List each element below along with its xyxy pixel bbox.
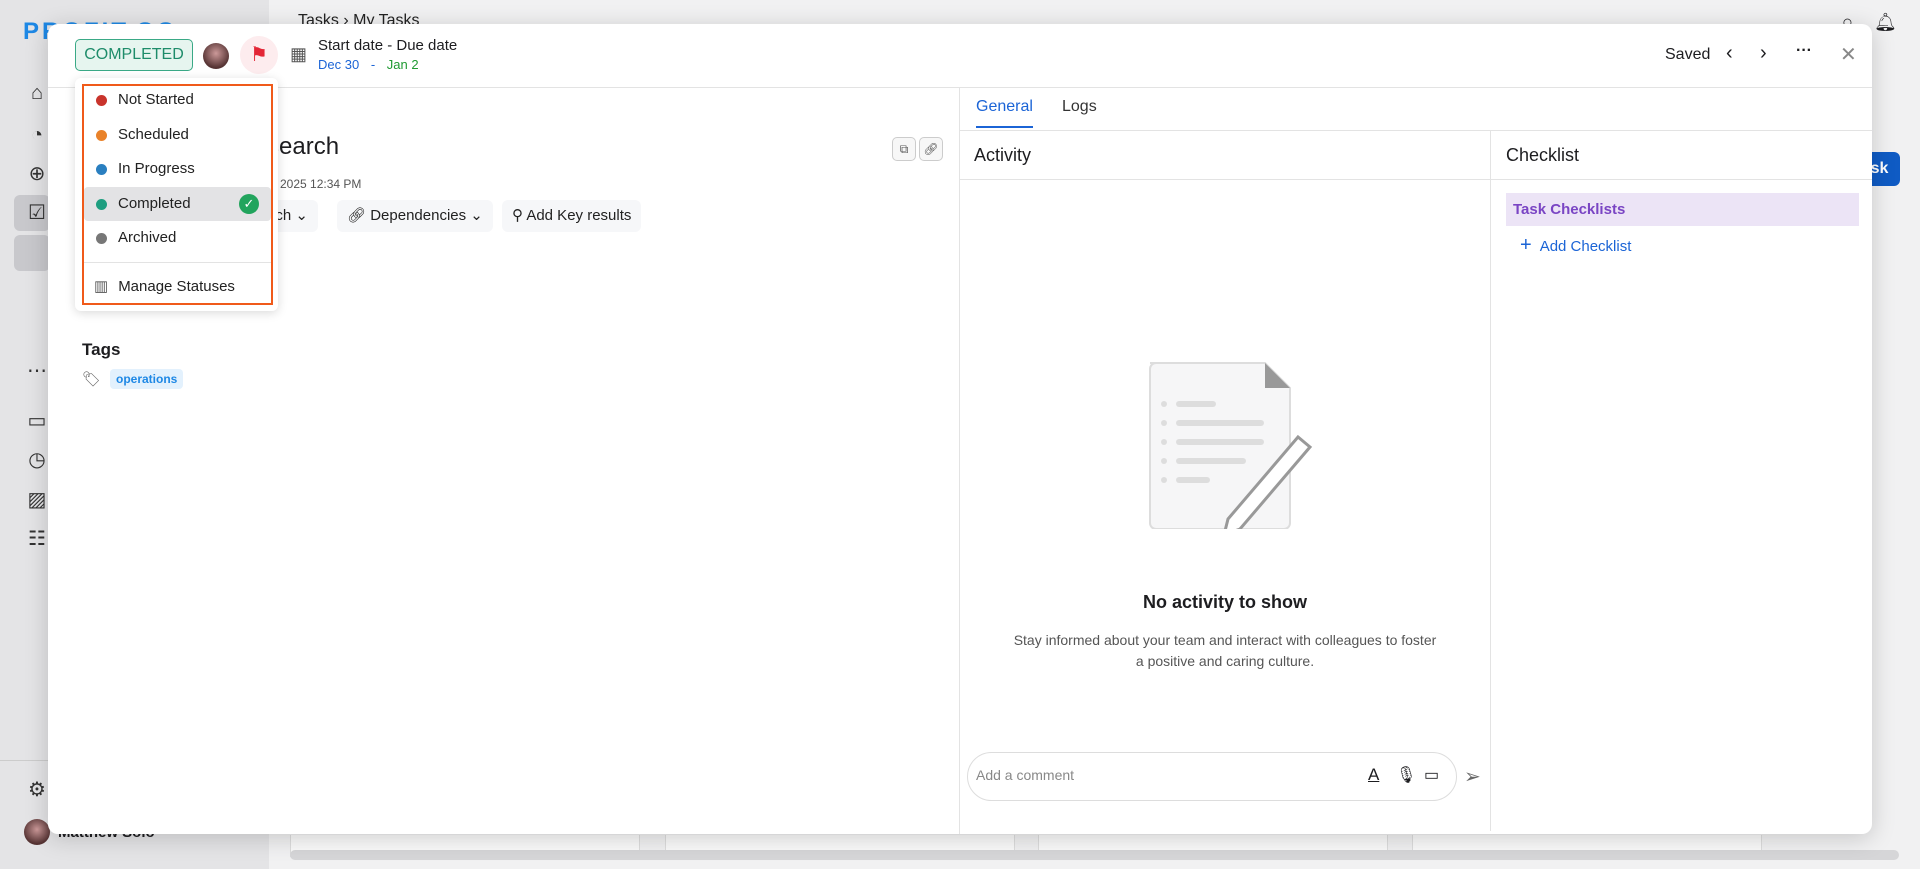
link-icon[interactable]: 🔗︎ xyxy=(919,137,943,161)
status-option-archived[interactable]: Archived xyxy=(84,221,271,255)
manage-statuses-button[interactable]: ▥ Manage Statuses xyxy=(94,277,235,295)
activity-title: Activity xyxy=(974,145,1032,165)
microphone-icon[interactable]: 🎙︎ xyxy=(1396,765,1416,785)
tab-logs[interactable]: Logs xyxy=(1062,98,1097,116)
checklist-icon[interactable]: ☷ xyxy=(24,526,50,552)
date-separator: - xyxy=(370,57,376,72)
previous-icon[interactable]: ‹ xyxy=(1726,42,1733,65)
menu-divider xyxy=(84,262,271,263)
comment-placeholder: Add a comment xyxy=(976,767,1075,783)
status-dot xyxy=(96,95,107,106)
created-date: 2025 12:34 PM xyxy=(280,177,362,191)
target-icon[interactable]: ⊕ xyxy=(24,161,50,187)
assignee-avatar[interactable] xyxy=(203,43,229,69)
key-results-label: Add Key results xyxy=(526,207,632,224)
status-label: Completed xyxy=(118,194,191,212)
plus-icon: + xyxy=(1520,234,1532,256)
add-key-results-button[interactable]: ⚲ Add Key results xyxy=(502,200,642,232)
empty-activity-title: No activity to show xyxy=(1142,592,1308,612)
add-checklist-label: Add Checklist xyxy=(1539,238,1632,255)
status-label: In Progress xyxy=(118,160,195,177)
status-dot xyxy=(96,233,107,244)
checklist-divider xyxy=(1490,131,1491,831)
dashboard-icon[interactable]: ◔ xyxy=(24,122,50,148)
empty-activity-illustration xyxy=(1149,362,1313,529)
status-option-completed[interactable]: Completed ✓ xyxy=(84,186,271,221)
dependencies-label: Dependencies xyxy=(370,207,467,224)
send-icon[interactable]: ➢ xyxy=(1464,764,1481,789)
comment-input[interactable]: Add a comment A 🎙︎ ▭ xyxy=(967,752,1457,801)
tag-chip[interactable]: operations xyxy=(110,369,184,389)
status-dot xyxy=(96,129,107,141)
date-range[interactable]: Dec 30 - Jan 2 xyxy=(318,57,419,72)
text-format-icon[interactable]: A xyxy=(1368,765,1379,785)
due-date[interactable]: Jan 2 xyxy=(387,57,419,72)
horizontal-scrollbar[interactable] xyxy=(290,850,1899,860)
status-label: Not Started xyxy=(118,91,194,108)
status-label: Archived xyxy=(118,229,177,246)
tag-icon: 🏷︎ xyxy=(82,371,102,388)
status-label: Scheduled xyxy=(118,125,189,143)
task-checklists-group[interactable]: Task Checklists xyxy=(1506,193,1859,226)
chart-icon[interactable]: ▨ xyxy=(24,487,50,513)
briefcase-icon[interactable]: ▭ xyxy=(24,408,50,434)
tab-general[interactable]: General xyxy=(976,98,1033,128)
settings-icon[interactable]: ⚙ xyxy=(24,777,50,803)
status-dot xyxy=(96,198,107,210)
section-divider xyxy=(960,179,1872,180)
add-checklist-button[interactable]: + Add Checklist xyxy=(1520,234,1631,257)
status-dot xyxy=(96,164,107,175)
video-icon[interactable]: ▭ xyxy=(1424,765,1439,785)
tabs-divider xyxy=(960,130,1872,131)
close-icon[interactable]: ✕ xyxy=(1840,42,1857,67)
home-icon[interactable]: ⌂ xyxy=(24,80,50,106)
check-icon: ✓ xyxy=(239,193,259,214)
sidebar-item-selected[interactable] xyxy=(14,235,50,271)
calendar-icon: ▦ xyxy=(290,44,308,64)
start-date[interactable]: Dec 30 xyxy=(318,57,359,72)
status-badge[interactable]: COMPLETED xyxy=(75,39,193,71)
user-avatar[interactable] xyxy=(24,819,50,845)
status-option-scheduled[interactable]: Scheduled xyxy=(84,118,271,152)
more-icon[interactable]: ⋯ xyxy=(24,358,50,384)
status-option-in-progress[interactable]: In Progress xyxy=(84,152,271,186)
date-label: Start date - Due date xyxy=(318,37,458,54)
tasks-icon[interactable]: ☑ xyxy=(24,200,50,226)
priority-flag-icon[interactable]: ⚑ xyxy=(240,36,278,74)
empty-activity-description: Stay informed about your team and intera… xyxy=(1013,632,1437,669)
status-option-not-started[interactable]: Not Started xyxy=(84,83,271,117)
manage-icon: ▥ xyxy=(94,278,109,295)
saved-status: Saved xyxy=(1665,46,1711,63)
checklist-title: Checklist xyxy=(1506,145,1580,165)
task-detail-modal: COMPLETED ⚑ ▦ Start date - Due date Dec … xyxy=(48,24,1872,834)
manage-statuses-label: Manage Statuses xyxy=(118,278,235,295)
more-options-icon[interactable]: ··· xyxy=(1796,42,1812,60)
bell-icon[interactable]: 🔔︎ xyxy=(1874,12,1897,33)
dependencies-button[interactable]: 🔗︎ Dependencies ⌄ xyxy=(337,200,493,232)
next-icon[interactable]: › xyxy=(1760,42,1767,65)
tags-label: Tags xyxy=(82,340,121,359)
copy-icon[interactable]: ⧉ xyxy=(892,137,916,161)
timer-icon[interactable]: ◷ xyxy=(24,447,50,473)
pane-divider xyxy=(959,88,960,834)
header-divider xyxy=(48,87,1872,88)
